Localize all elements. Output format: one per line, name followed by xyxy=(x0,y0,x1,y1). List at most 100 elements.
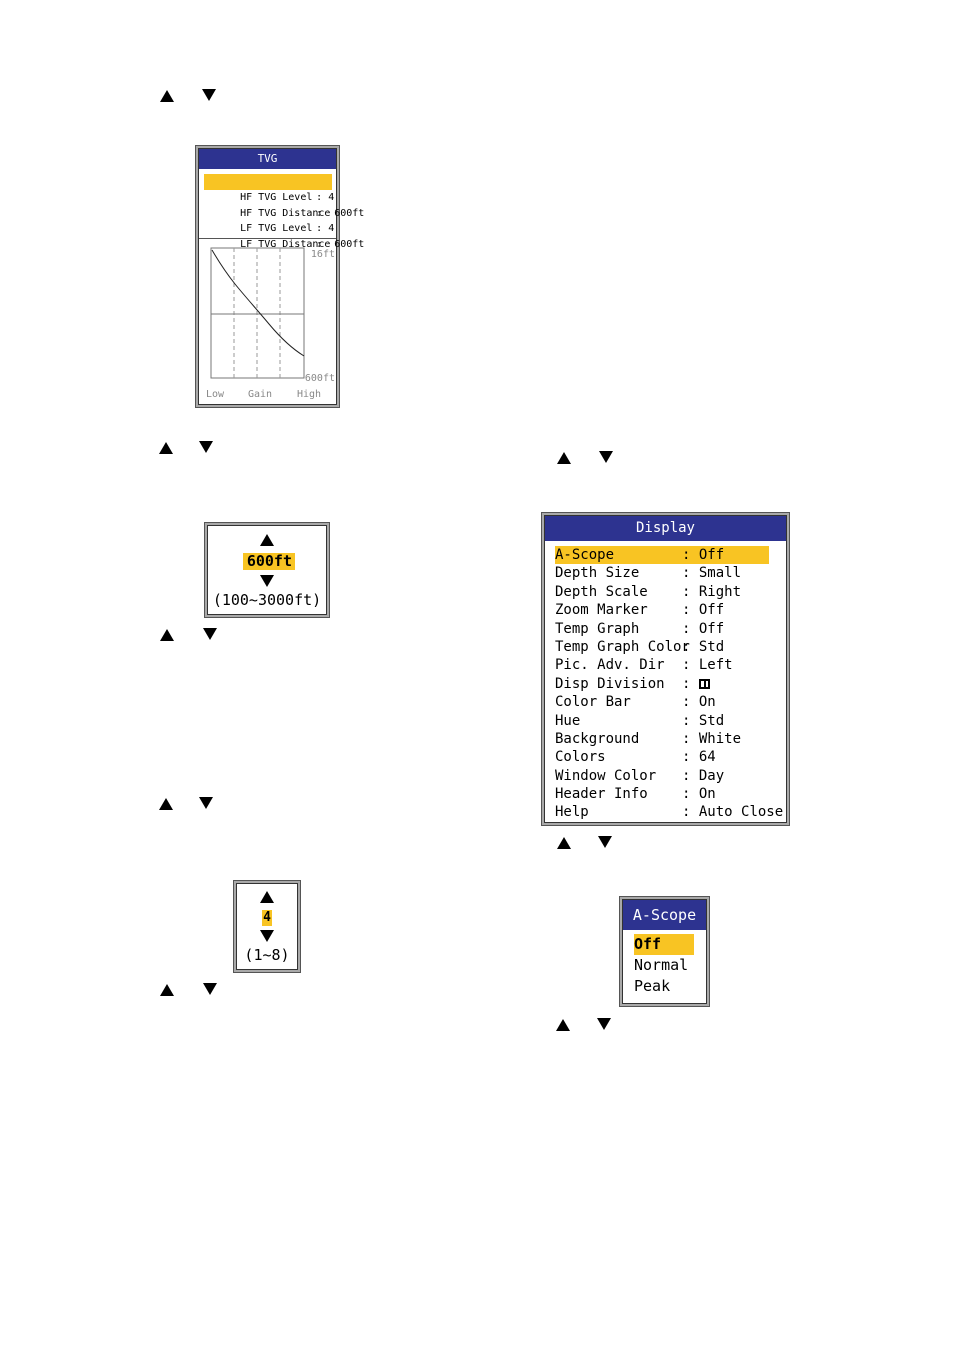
menu-item-separator: : xyxy=(682,547,691,563)
display-menu-item[interactable]: Background: White xyxy=(555,730,769,748)
display-menu-item[interactable]: Window Color: Day xyxy=(555,767,769,785)
tvg-item-hf-level[interactable]: HF TVG Level: 4 xyxy=(204,174,334,203)
ascope-option[interactable]: Off xyxy=(634,934,694,955)
display-menu-item[interactable]: Depth Scale: Right xyxy=(555,583,769,601)
tvg-divider xyxy=(199,238,336,239)
distance-value[interactable]: 600ft xyxy=(243,553,295,570)
up-arrow-key-icon xyxy=(160,984,174,996)
level-value[interactable]: 4 xyxy=(262,910,272,926)
menu-item-label: Header Info xyxy=(555,786,648,803)
graph-x-label-high: High xyxy=(297,389,321,400)
menu-item-label: Help xyxy=(555,804,589,821)
increase-arrow-icon[interactable] xyxy=(260,534,274,546)
menu-item-value: Small xyxy=(698,565,742,582)
menu-item-value: Off xyxy=(698,602,725,619)
menu-item-value: Right xyxy=(698,583,742,600)
menu-item-separator: : xyxy=(682,694,691,711)
display-menu-item[interactable]: Temp Graph: Off xyxy=(555,620,769,638)
tvg-item-separator: : xyxy=(316,207,323,219)
menu-item-separator: : xyxy=(682,804,691,821)
tvg-item-label: LF TVG Level xyxy=(240,223,313,235)
menu-item-value: Left xyxy=(698,657,733,674)
menu-item-separator: : xyxy=(682,638,691,655)
down-arrow-key-icon xyxy=(597,1018,611,1030)
display-menu-item[interactable]: Hue: Std xyxy=(555,712,769,730)
tvg-item-value: 4 xyxy=(328,223,335,235)
menu-item-separator: : xyxy=(682,712,691,729)
menu-item-separator: : xyxy=(682,786,691,803)
distance-setting-popup: 600ft (100~3000ft) xyxy=(204,522,330,618)
menu-item-value: Off xyxy=(698,547,725,563)
tvg-item-value: 600ft xyxy=(334,239,365,251)
menu-item-label: Depth Size xyxy=(555,565,640,582)
menu-item-value: White xyxy=(698,730,742,747)
distance-range: (100~3000ft) xyxy=(212,591,322,609)
menu-item-label: Background xyxy=(555,730,640,747)
tvg-item-value: 600ft xyxy=(334,207,365,219)
display-menu-item[interactable]: Colors: 64 xyxy=(555,748,769,766)
menu-item-value: 64 xyxy=(698,749,716,766)
menu-item-separator: : xyxy=(682,602,691,619)
ascope-option[interactable]: Peak xyxy=(634,976,694,997)
menu-item-separator: : xyxy=(682,565,691,582)
down-arrow-key-icon xyxy=(203,983,217,995)
up-arrow-key-icon xyxy=(159,798,173,810)
level-range: (1~8) xyxy=(244,946,290,964)
ascope-option[interactable]: Normal xyxy=(634,955,694,976)
ascope-option-list: Off Normal Peak xyxy=(634,934,694,997)
menu-item-label: Hue xyxy=(555,712,581,729)
up-arrow-key-icon xyxy=(557,837,571,849)
up-arrow-key-icon xyxy=(556,1019,570,1031)
tvg-window: TVG HF TVG Level: 4 HF TVG Distance: 600… xyxy=(195,145,364,408)
menu-item-separator: : xyxy=(682,767,691,784)
menu-item-separator: : xyxy=(682,749,691,766)
ascope-menu-title: A-Scope xyxy=(623,900,706,930)
menu-item-label: Zoom Marker xyxy=(555,602,648,619)
tvg-item-label: HF TVG Distance xyxy=(240,207,331,219)
graph-x-label-low: Low xyxy=(206,389,225,400)
menu-item-value: Off xyxy=(698,620,725,637)
up-arrow-key-icon xyxy=(160,629,174,641)
menu-item-separator: : xyxy=(682,583,691,600)
tvg-item-separator: : xyxy=(316,191,323,203)
display-menu-item[interactable]: Color Bar: On xyxy=(555,693,769,711)
up-arrow-key-icon xyxy=(160,90,174,102)
menu-item-label: Color Bar xyxy=(555,694,631,711)
display-menu-item[interactable]: A-Scope: Off xyxy=(555,546,769,565)
display-menu-item[interactable]: Pic. Adv. Dir: Left xyxy=(555,656,769,674)
down-arrow-key-icon xyxy=(199,441,213,453)
menu-item-value: Auto Close xyxy=(698,804,784,821)
up-arrow-key-icon xyxy=(159,442,173,454)
down-arrow-key-icon xyxy=(202,89,216,101)
increase-arrow-icon[interactable] xyxy=(260,891,274,903)
display-menu-item[interactable]: Help: Auto Close xyxy=(555,803,783,821)
decrease-arrow-icon[interactable] xyxy=(260,575,274,587)
display-menu-item[interactable]: Temp Graph Color: Std xyxy=(555,638,769,656)
tvg-item-label: HF TVG Level xyxy=(240,191,313,203)
menu-item-value: Day xyxy=(698,767,725,784)
menu-item-separator: : xyxy=(682,675,691,692)
graph-depth-bottom-label: 600ft xyxy=(305,373,335,384)
display-menu-title: Display xyxy=(545,516,786,541)
menu-item-label: Pic. Adv. Dir xyxy=(555,657,665,674)
menu-item-label: Depth Scale xyxy=(555,583,648,600)
display-menu-item[interactable]: Zoom Marker: Off xyxy=(555,601,769,619)
menu-item-value: Std xyxy=(698,712,725,729)
display-menu-item[interactable]: Header Info: On xyxy=(555,785,769,803)
up-arrow-key-icon xyxy=(557,452,571,464)
menu-item-value: Std xyxy=(698,638,725,655)
menu-item-value: On xyxy=(698,694,716,711)
decrease-arrow-icon[interactable] xyxy=(260,930,274,942)
split-screen-icon xyxy=(698,678,710,689)
display-menu-item[interactable]: Disp Division: xyxy=(555,675,769,693)
tvg-item-value: 4 xyxy=(328,191,335,203)
display-menu-item[interactable]: Depth Size: Small xyxy=(555,564,769,582)
ascope-menu-window: A-Scope Off Normal Peak xyxy=(619,896,710,1007)
tvg-menu-list: HF TVG Level: 4 HF TVG Distance: 600ft L… xyxy=(204,174,364,250)
menu-item-label: A-Scope xyxy=(555,547,615,563)
level-setting-popup: 4 (1~8) xyxy=(233,880,301,973)
tvg-curve xyxy=(211,249,305,357)
down-arrow-key-icon xyxy=(199,797,213,809)
menu-item-separator: : xyxy=(682,657,691,674)
menu-item-label: Colors xyxy=(555,749,606,766)
